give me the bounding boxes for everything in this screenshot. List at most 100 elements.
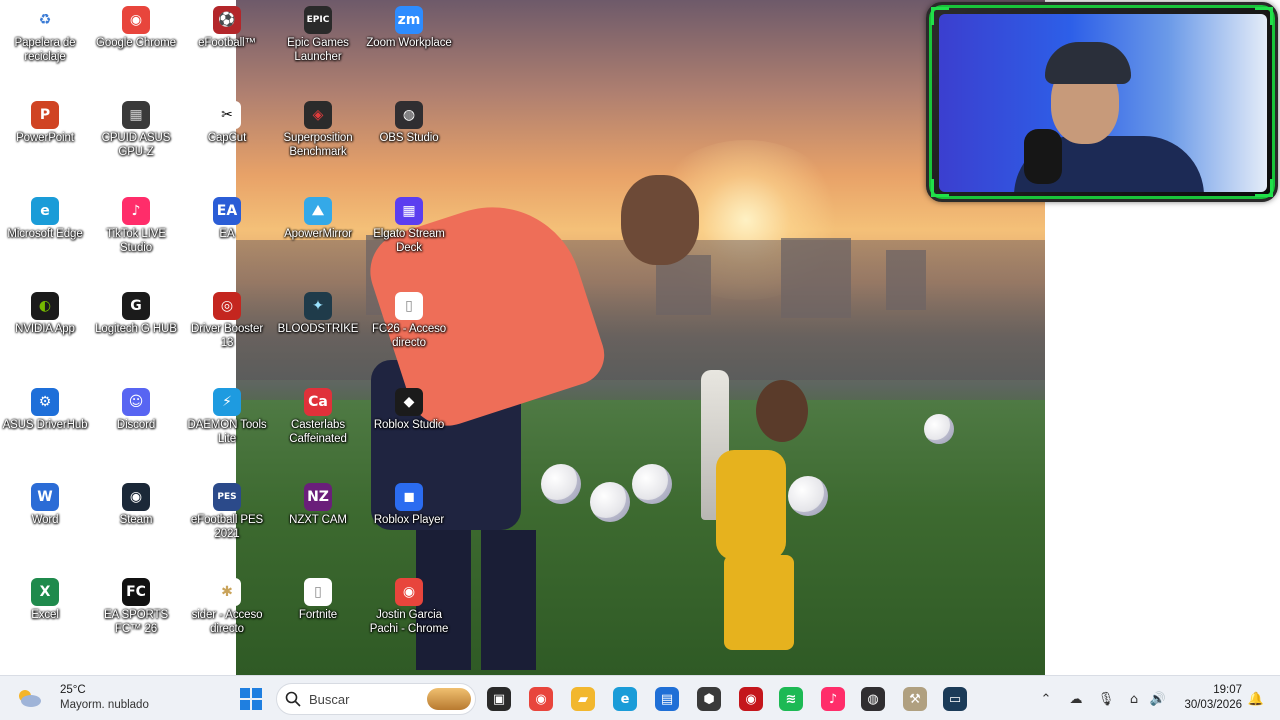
desktop-icon[interactable]: ◆ Roblox Studio bbox=[364, 382, 454, 474]
desktop-icon[interactable]: ▯ Fortnite bbox=[273, 572, 363, 664]
desktop-icon-label: PowerPoint bbox=[16, 132, 74, 144]
desktop-icon-label: Epic Games Launcher bbox=[287, 37, 349, 63]
desktop-icon-label: Zoom Workplace bbox=[366, 37, 452, 49]
pes-2021-icon: PES bbox=[213, 483, 241, 511]
search-icon bbox=[285, 691, 301, 707]
taskbar-app-button[interactable]: ▤ bbox=[652, 684, 682, 714]
desktop-icon-label: Elgato Stream Deck bbox=[373, 228, 445, 254]
desktop-icon[interactable]: ⛰ ApowerMirror bbox=[273, 191, 363, 283]
tools-icon: ⚒ bbox=[903, 687, 927, 711]
desktop-icon[interactable]: NZ NZXT CAM bbox=[273, 477, 363, 569]
nvidia-icon: ◐ bbox=[31, 292, 59, 320]
webcam-feed bbox=[939, 14, 1267, 192]
taskbar: 25°C Mayorm. nublado Buscar ▣ ◉ ▰ e ▤ ⬢ ◉ ≋ ♪ ◍ ⚒ ▭… bbox=[0, 675, 1280, 720]
clock-date: 30/03/2026 bbox=[1184, 699, 1242, 711]
desktop-icon-label: Google Chrome bbox=[96, 37, 176, 49]
notification-bell-icon[interactable]: 🔔 bbox=[1246, 689, 1266, 709]
desktop-icon-label: Microsoft Edge bbox=[7, 228, 83, 240]
microphone-icon bbox=[1024, 129, 1062, 184]
taskbar-app-button[interactable]: ⬢ bbox=[694, 684, 724, 714]
red-circle-app-icon: ◉ bbox=[739, 687, 763, 711]
desktop-icon[interactable]: ⚽ eFootball™ bbox=[182, 0, 272, 92]
desktop-icon[interactable]: ✂ CapCut bbox=[182, 95, 272, 187]
desktop-icon[interactable]: zm Zoom Workplace bbox=[364, 0, 454, 92]
weather-widget[interactable]: 25°C Mayorm. nublado bbox=[14, 682, 174, 716]
weather-temp: 25°C bbox=[60, 684, 86, 696]
desktop-icon[interactable]: X Excel bbox=[0, 572, 90, 664]
desktop-icon[interactable]: ▯ FC26 - Acceso directo bbox=[364, 286, 454, 378]
desktop-icon[interactable]: ♪ TikTok LIVE Studio bbox=[91, 191, 181, 283]
shortcut-file-icon: ▯ bbox=[395, 292, 423, 320]
recycle-bin-icon: ♻ bbox=[31, 6, 59, 34]
desktop-icon[interactable]: ⚙ ASUS DriverHub bbox=[0, 382, 90, 474]
desktop-icon[interactable]: ◈ Superposition Benchmark bbox=[273, 95, 363, 187]
taskbar-app-button[interactable]: ◉ bbox=[736, 684, 766, 714]
powerpoint-icon: P bbox=[31, 101, 59, 129]
desktop-icon[interactable]: W Word bbox=[0, 477, 90, 569]
obs-icon: ◍ bbox=[861, 687, 885, 711]
desktop-icon-label: CPUID ASUS GPU-Z bbox=[101, 132, 171, 158]
desktop-icon[interactable]: EA EA bbox=[182, 191, 272, 283]
taskbar-app-button[interactable]: ▰ bbox=[568, 684, 598, 714]
taskbar-clock[interactable]: 19:07 30/03/2026 bbox=[1170, 683, 1242, 713]
desktop-icon[interactable]: ✱ sider - Acceso directo bbox=[182, 572, 272, 664]
desktop-icon[interactable]: ◉ Jostin Garcia Pachi - Chrome bbox=[364, 572, 454, 664]
apowermirror-icon: ⛰ bbox=[304, 197, 332, 225]
desktop-icon-label: Discord bbox=[116, 419, 156, 431]
desktop-icon[interactable]: PES eFootball PES 2021 bbox=[182, 477, 272, 569]
search-highlight-icon bbox=[427, 688, 471, 710]
taskbar-app-button[interactable]: ◉ bbox=[526, 684, 556, 714]
steam-icon: ◉ bbox=[122, 483, 150, 511]
desktop-icon[interactable]: Ca Casterlabs Caffeinated bbox=[273, 382, 363, 474]
microsoft-store-icon: ▤ bbox=[655, 687, 679, 711]
app-cube-icon: ⬢ bbox=[697, 687, 721, 711]
desktop-icon[interactable]: ◍ OBS Studio bbox=[364, 95, 454, 187]
taskbar-app-button[interactable]: ◍ bbox=[858, 684, 888, 714]
desktop-icon[interactable]: ☺ Discord bbox=[91, 382, 181, 474]
chevron-up-icon[interactable]: ⌃ bbox=[1036, 689, 1056, 709]
taskbar-app-button[interactable]: ⚒ bbox=[900, 684, 930, 714]
desktop-icon-label: Driver Booster 13 bbox=[190, 323, 264, 349]
taskbar-app-button[interactable]: ▭ bbox=[940, 684, 970, 714]
roblox-studio-icon: ◆ bbox=[395, 388, 423, 416]
desktop-icon[interactable]: ◼ Roblox Player bbox=[364, 477, 454, 569]
desktop-icon[interactable]: ▦ Elgato Stream Deck bbox=[364, 191, 454, 283]
desktop-icon[interactable]: G Logitech G HUB bbox=[91, 286, 181, 378]
onedrive-icon[interactable]: ☁ bbox=[1066, 689, 1086, 709]
asus-driverhub-icon: ⚙ bbox=[31, 388, 59, 416]
desktop-icon[interactable]: P PowerPoint bbox=[0, 95, 90, 187]
desktop-icon-label: sider - Acceso directo bbox=[191, 609, 263, 635]
taskbar-search[interactable]: Buscar bbox=[276, 683, 476, 715]
desktop-icon[interactable]: FC EA SPORTS FC™ 26 bbox=[91, 572, 181, 664]
desktop-icon[interactable]: ♻ Papelera de reciclaje bbox=[0, 0, 90, 92]
daemon-tools-icon: ⚡ bbox=[213, 388, 241, 416]
microphone-icon[interactable]: 🎙 bbox=[1096, 689, 1116, 709]
desktop-icon[interactable]: ⚡ DAEMON Tools Lite bbox=[182, 382, 272, 474]
chrome-icon: ◉ bbox=[529, 687, 553, 711]
desktop-icon-label: Casterlabs Caffeinated bbox=[289, 419, 347, 445]
taskbar-app-button[interactable]: e bbox=[610, 684, 640, 714]
taskbar-app-button[interactable]: ▣ bbox=[484, 684, 514, 714]
taskbar-app-button[interactable]: ♪ bbox=[818, 684, 848, 714]
desktop-icon[interactable]: ◎ Driver Booster 13 bbox=[182, 286, 272, 378]
taskbar-app-button[interactable]: ≋ bbox=[776, 684, 806, 714]
stream-deck-icon: ▦ bbox=[395, 197, 423, 225]
ea-sports-fc-icon: FC bbox=[122, 578, 150, 606]
desktop-icon[interactable]: e Microsoft Edge bbox=[0, 191, 90, 283]
volume-icon[interactable]: 🔊 bbox=[1148, 689, 1168, 709]
desktop-icon[interactable]: ▦ CPUID ASUS GPU-Z bbox=[91, 95, 181, 187]
network-icon[interactable]: ⌂ bbox=[1124, 689, 1144, 709]
sider-icon: ✱ bbox=[213, 578, 241, 606]
desktop-icon-label: FC26 - Acceso directo bbox=[371, 323, 447, 349]
desktop-icon[interactable]: ◉ Steam bbox=[91, 477, 181, 569]
desktop-icon[interactable]: ✦ BLOODSTRIKE bbox=[273, 286, 363, 378]
desktop-icon-label: TikTok LIVE Studio bbox=[106, 228, 166, 254]
desktop-icon[interactable]: ◐ NVIDIA App bbox=[0, 286, 90, 378]
spotify-icon: ≋ bbox=[779, 687, 803, 711]
tiktok-icon: ♪ bbox=[821, 687, 845, 711]
desktop-icon[interactable]: ◉ Google Chrome bbox=[91, 0, 181, 92]
desktop-icon[interactable]: EPIC Epic Games Launcher bbox=[273, 0, 363, 92]
desktop-icon-label: Roblox Player bbox=[373, 514, 445, 526]
windows-logo-icon bbox=[240, 688, 262, 710]
start-button[interactable] bbox=[236, 684, 266, 714]
